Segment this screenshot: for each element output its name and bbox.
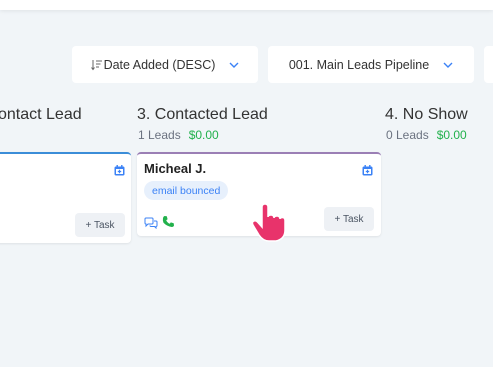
lead-count: 1 Leads xyxy=(138,128,181,142)
sort-dropdown[interactable]: Date Added (DESC) xyxy=(72,46,258,83)
column-title-contacted-lead: 3. Contacted Lead xyxy=(137,106,268,123)
lead-name[interactable]: Micheal J. xyxy=(144,161,206,176)
add-task-button[interactable]: + Task xyxy=(324,207,374,231)
chevron-down-icon xyxy=(229,62,239,68)
add-task-button[interactable]: + Task xyxy=(75,213,125,237)
lead-card[interactable]: + Task xyxy=(0,152,131,243)
chevron-down-icon xyxy=(443,62,453,68)
column-title-contact-lead: ontact Lead xyxy=(0,106,82,123)
lead-amount: $0.00 xyxy=(436,128,467,142)
lead-count: 0 Leads xyxy=(386,128,429,142)
lead-tag[interactable]: email bounced xyxy=(144,181,229,200)
column-summary-contacted-lead: 1 Leads $0.00 xyxy=(138,128,219,142)
lead-amount: $0.00 xyxy=(188,128,219,142)
sort-descending-icon xyxy=(90,59,103,71)
pipeline-dropdown[interactable]: 001. Main Leads Pipeline xyxy=(268,46,474,83)
filter-dropdown-partial[interactable] xyxy=(484,46,493,83)
sort-dropdown-label: Date Added (DESC) xyxy=(103,57,216,72)
hand-pointer-icon xyxy=(250,203,288,248)
calendar-icon[interactable] xyxy=(362,163,373,176)
phone-icon[interactable] xyxy=(162,215,175,233)
chat-icon[interactable] xyxy=(144,216,158,234)
column-title-no-show: 4. No Show xyxy=(385,106,468,123)
column-summary-no-show: 0 Leads $0.00 xyxy=(386,128,467,142)
top-bar xyxy=(0,0,493,10)
pipeline-dropdown-label: 001. Main Leads Pipeline xyxy=(288,57,430,72)
calendar-icon[interactable] xyxy=(114,163,125,176)
